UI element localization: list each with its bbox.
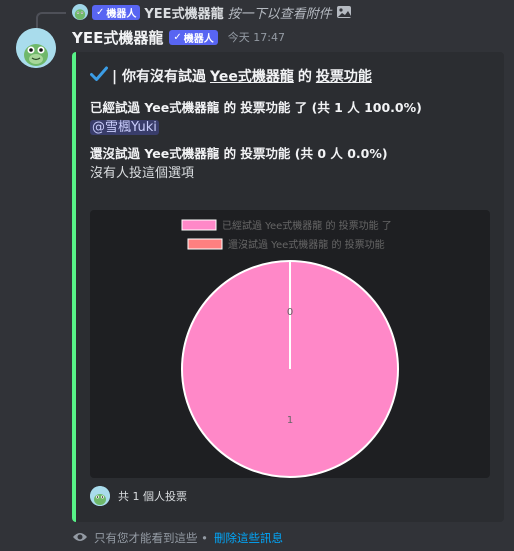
reply-bot-tag: ✓ 機器人 [92, 4, 141, 20]
reply-content[interactable]: 按一下以查看附件 [228, 3, 332, 22]
timestamp[interactable]: 今天 17:47 [228, 29, 285, 45]
legend-swatch-1[interactable] [181, 219, 217, 231]
pie-chart-svg: 已經試過 Yee式機器龍 的 投票功能 了還沒試過 Yee式機器龍 的 投票功能… [181, 219, 399, 478]
field-value-option-1: @雪楓Yuki [90, 116, 159, 135]
pie-value-label-1: 0 [287, 307, 293, 318]
poll-pie-chart[interactable]: 已經試過 Yee式機器龍 的 投票功能 了還沒試過 Yee式機器龍 的 投票功能… [90, 210, 490, 478]
footer-text: 共 1 個人投票 [118, 490, 187, 503]
message-header: YEE式機器龍 ✓ 機器人 今天 17:47 [72, 27, 285, 47]
title-feature: 投票功能 [315, 69, 372, 85]
checkmark-icon [90, 66, 108, 86]
title-middle: 的 [297, 69, 312, 85]
field-value-option-2: 沒有人投這個選項 [90, 166, 195, 181]
dismiss-message-link[interactable]: 刪除這些訊息 [214, 530, 283, 546]
reply-connector [36, 12, 66, 28]
reply-avatar[interactable] [72, 4, 88, 20]
ephemeral-text: 只有您才能看到這些 • [94, 531, 208, 545]
image-icon [336, 5, 352, 19]
embed-footer: 共 1 個人投票 [90, 486, 187, 506]
eye-icon [72, 531, 88, 546]
title-subject: Yee式機器龍 [210, 69, 294, 85]
avatar[interactable] [16, 28, 56, 68]
check-icon: ✓ [173, 31, 182, 43]
embed-title: | 你有沒有試過 Yee式機器龍 的 投票功能 [90, 66, 372, 86]
legend-label-2[interactable]: 還沒試過 Yee式機器龍 的 投票功能 [228, 238, 385, 251]
reply-bot-tag-label: 機器人 [106, 8, 137, 20]
bot-tag: ✓ 機器人 [169, 29, 218, 45]
title-prefix: | 你有沒有試過 [112, 69, 206, 85]
pie-value-label-2: 1 [287, 415, 293, 426]
user-mention[interactable]: @雪楓Yuki [90, 120, 159, 135]
ephemeral-notice: 只有您才能看到這些 • 刪除這些訊息 [72, 530, 283, 546]
check-icon: ✓ [96, 6, 105, 18]
chart-legend: 已經試過 Yee式機器龍 的 投票功能 了還沒試過 Yee式機器龍 的 投票功能 [181, 219, 392, 251]
bot-tag-label: 機器人 [183, 33, 214, 45]
username[interactable]: YEE式機器龍 [72, 27, 163, 48]
poll-embed: | 你有沒有試過 Yee式機器龍 的 投票功能 已經試過 Yee式機器龍 的 投… [72, 52, 504, 522]
legend-swatch-2[interactable] [187, 238, 223, 250]
footer-avatar [90, 486, 110, 506]
reply-username[interactable]: YEE式機器龍 [144, 3, 223, 22]
pie-slices [181, 260, 399, 478]
field-name-option-1: 已經試過 Yee式機器龍 的 投票功能 了 (共 1 人 100.0%) [90, 100, 422, 115]
reply-preview[interactable]: ✓ 機器人 YEE式機器龍 按一下以查看附件 [72, 3, 352, 22]
legend-label-1[interactable]: 已經試過 Yee式機器龍 的 投票功能 了 [222, 219, 392, 232]
field-name-option-2: 還沒試過 Yee式機器龍 的 投票功能 (共 0 人 0.0%) [90, 146, 388, 161]
